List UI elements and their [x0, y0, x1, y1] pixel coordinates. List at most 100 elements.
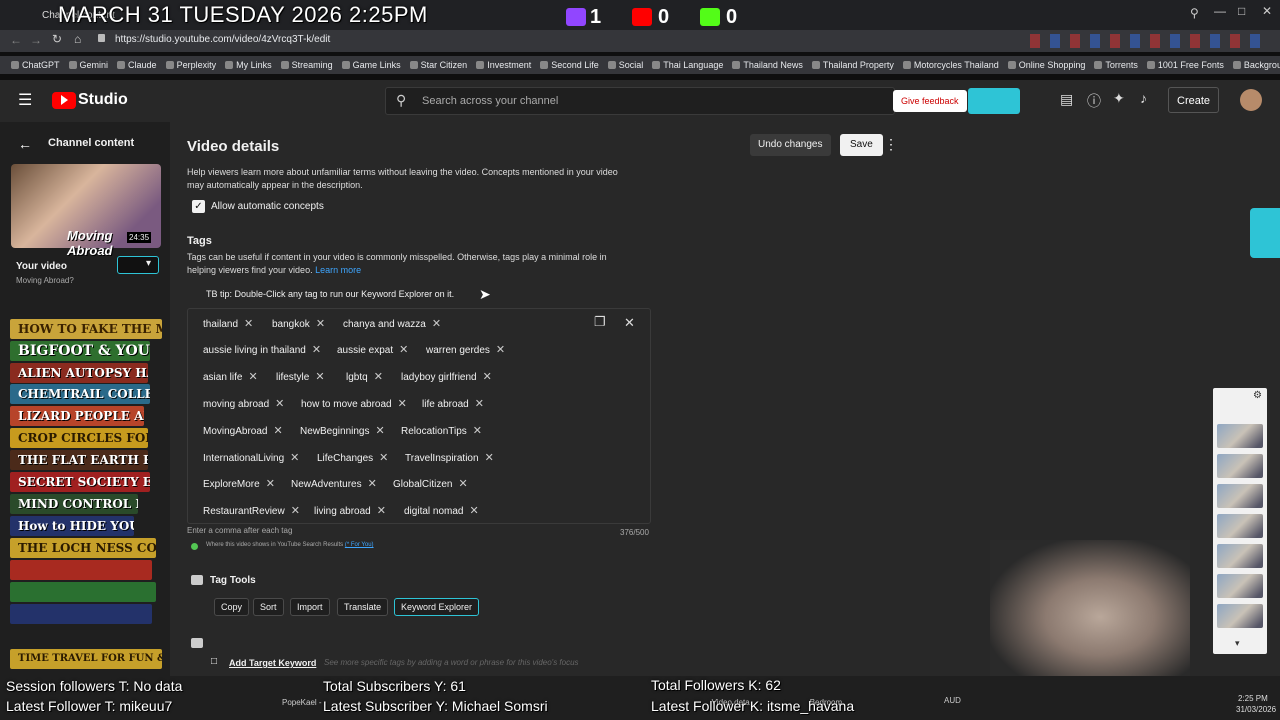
video-thumb[interactable] [1217, 454, 1263, 478]
tag-chip[interactable]: NewBeginnings ✕ [300, 424, 385, 437]
bookmark-item[interactable]: Thailand Property [809, 56, 900, 74]
gear-icon[interactable]: ⚙ [1253, 390, 1262, 401]
remove-tag-icon[interactable]: ✕ [379, 452, 388, 464]
tag-chip[interactable]: asian life ✕ [203, 370, 258, 383]
remove-tag-icon[interactable]: ✕ [473, 425, 482, 437]
sparkle-icon[interactable]: ✦ [1113, 90, 1125, 107]
learn-more-link[interactable]: Learn more [315, 265, 361, 275]
tag-chip[interactable]: aussie living in thailand ✕ [203, 343, 321, 356]
add-target-keyword-link[interactable]: Add Target Keyword [229, 658, 316, 668]
remove-tag-icon[interactable]: ✕ [290, 452, 299, 464]
bookmark-item[interactable]: Second Life [537, 56, 605, 74]
clear-tags-icon[interactable]: ✕ [624, 315, 635, 331]
minimize-icon[interactable]: — [1214, 4, 1226, 18]
back-arrow-icon[interactable]: ← [18, 136, 32, 152]
video-thumb[interactable] [1217, 424, 1263, 448]
give-feedback-button[interactable]: Give feedback [893, 90, 967, 112]
save-button[interactable]: Save [840, 134, 883, 156]
channel-content-link[interactable]: Channel content [48, 137, 134, 149]
remove-tag-icon[interactable]: ✕ [374, 371, 383, 383]
undo-changes-button[interactable]: Undo changes [750, 134, 831, 156]
tag-chip[interactable]: thailand ✕ [203, 317, 253, 330]
remove-tag-icon[interactable]: ✕ [432, 318, 441, 330]
remove-tag-icon[interactable]: ✕ [315, 371, 324, 383]
video-thumb[interactable] [1217, 604, 1263, 628]
bookmark-item[interactable]: Streaming [278, 56, 339, 74]
tag-chip[interactable]: chanya and wazza ✕ [343, 317, 441, 330]
tag-chip[interactable]: TravelInspiration ✕ [405, 451, 494, 464]
bookmark-item[interactable]: Claude [114, 56, 163, 74]
taskbar-item[interactable]: PopeKael - [282, 698, 322, 716]
bookmark-item[interactable]: My Links [222, 56, 278, 74]
tubebuddy-button[interactable] [968, 88, 1020, 114]
tubebuddy-dropdown[interactable]: ▾ [117, 256, 159, 274]
tag-chip[interactable]: how to move abroad ✕ [301, 397, 407, 410]
tag-chip[interactable]: lifestyle ✕ [276, 370, 325, 383]
remove-tag-icon[interactable]: ✕ [275, 398, 284, 410]
sort-tool-button[interactable]: Sort [253, 598, 284, 616]
bookmark-item[interactable]: Gemini [66, 56, 115, 74]
bookmark-item[interactable]: Thai Language [649, 56, 729, 74]
bookmark-item[interactable]: Background Remover [1230, 56, 1280, 74]
copy-tool-button[interactable]: Copy [214, 598, 250, 616]
search-input[interactable]: ⚲ Search across your channel [385, 87, 895, 115]
bookmark-item[interactable]: Investment [473, 56, 537, 74]
tag-chip[interactable]: InternationalLiving ✕ [203, 451, 299, 464]
tag-chip[interactable]: LifeChanges ✕ [317, 451, 388, 464]
video-thumb[interactable] [1217, 484, 1263, 508]
tag-chip[interactable]: living abroad ✕ [314, 504, 386, 517]
url-field[interactable]: https://studio.youtube.com/video/4zVrcq3… [115, 34, 330, 45]
remove-tag-icon[interactable]: ✕ [266, 478, 275, 490]
lock-icon[interactable] [98, 34, 105, 42]
remove-tag-icon[interactable]: ✕ [485, 452, 494, 464]
tag-chip[interactable]: ladyboy girlfriend ✕ [401, 370, 492, 383]
back-icon[interactable]: ← [10, 33, 22, 47]
remove-tag-icon[interactable]: ✕ [291, 505, 300, 517]
menu-icon[interactable]: ☰ [18, 90, 32, 110]
tubebuddy-side-tab[interactable] [1250, 208, 1280, 258]
remove-tag-icon[interactable]: ✕ [483, 371, 492, 383]
tag-chip[interactable]: lgbtq ✕ [346, 370, 383, 383]
tag-chip[interactable]: warren gerdes ✕ [426, 343, 505, 356]
video-thumb[interactable] [1217, 574, 1263, 598]
bell-icon[interactable]: ♪ [1140, 90, 1147, 106]
bookmark-item[interactable]: Online Shopping [1005, 56, 1092, 74]
remove-tag-icon[interactable]: ✕ [475, 398, 484, 410]
more-options-icon[interactable]: ⋮ [884, 136, 898, 153]
video-thumbnail[interactable]: Moving Abroad 24:35 [11, 164, 161, 258]
extensions-icon[interactable] [1030, 34, 1260, 48]
tag-chip[interactable]: aussie expat ✕ [337, 343, 408, 356]
bookmark-item[interactable]: Thailand News [729, 56, 809, 74]
bookmark-item[interactable]: Game Links [339, 56, 407, 74]
copy-tags-icon[interactable]: ❐ [594, 314, 606, 330]
video-thumb[interactable] [1217, 514, 1263, 538]
remove-tag-icon[interactable]: ✕ [376, 425, 385, 437]
bookmark-item[interactable]: Perplexity [163, 56, 223, 74]
search-icon[interactable]: ⚲ [1190, 6, 1199, 20]
tag-chip[interactable]: ExploreMore ✕ [203, 477, 275, 490]
remove-tag-icon[interactable]: ✕ [377, 505, 386, 517]
bookmark-item[interactable]: ChatGPT [8, 56, 66, 74]
remove-tag-icon[interactable]: ✕ [244, 318, 253, 330]
remove-tag-icon[interactable]: ✕ [368, 478, 377, 490]
tag-chip[interactable]: bangkok ✕ [272, 317, 325, 330]
bookmark-item[interactable]: Star Citizen [407, 56, 474, 74]
tag-chip[interactable]: life abroad ✕ [422, 397, 484, 410]
remove-tag-icon[interactable]: ✕ [312, 344, 321, 356]
remove-tag-icon[interactable]: ✕ [399, 344, 408, 356]
keyword-explorer-button[interactable]: Keyword Explorer [394, 598, 480, 616]
tag-chip[interactable]: digital nomad ✕ [404, 504, 479, 517]
tag-chip[interactable]: moving abroad ✕ [203, 397, 284, 410]
help-icon[interactable]: ⓘ [1087, 91, 1101, 111]
maximize-icon[interactable]: □ [1238, 4, 1245, 18]
import-tool-button[interactable]: Import [290, 598, 330, 616]
remove-tag-icon[interactable]: ✕ [273, 425, 282, 437]
remove-tag-icon[interactable]: ✕ [316, 318, 325, 330]
tags-box[interactable] [187, 308, 651, 524]
home-icon[interactable]: ⌂ [74, 32, 81, 46]
bookmark-item[interactable]: Torrents [1091, 56, 1144, 74]
tag-chip[interactable]: RestaurantReview ✕ [203, 504, 300, 517]
remove-tag-icon[interactable]: ✕ [458, 478, 467, 490]
video-thumb[interactable] [1217, 544, 1263, 568]
remove-tag-icon[interactable]: ✕ [248, 371, 257, 383]
